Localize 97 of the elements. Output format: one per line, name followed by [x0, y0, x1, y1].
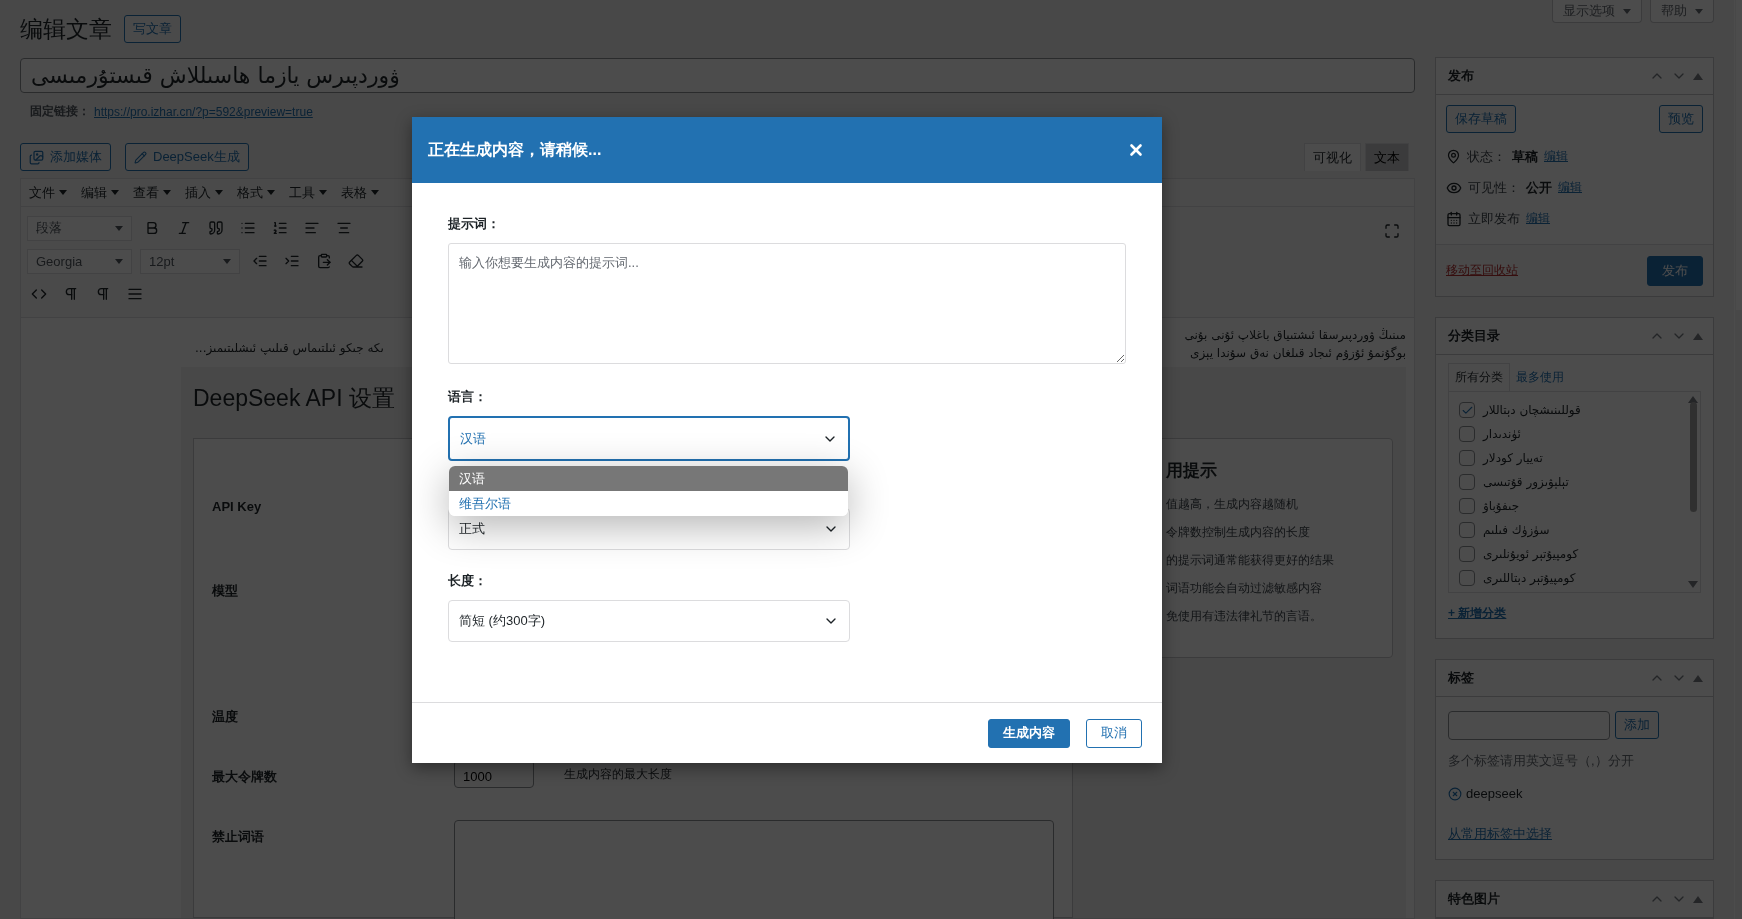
- caret-icon: [1623, 8, 1631, 14]
- remove-tag-icon[interactable]: [1448, 786, 1462, 801]
- preview-button[interactable]: 预览: [1659, 105, 1703, 133]
- caret-icon: [59, 190, 67, 195]
- add-media-button[interactable]: 添加媒体: [20, 143, 111, 171]
- field-label: 长度：: [448, 572, 488, 590]
- checkbox[interactable]: [1459, 522, 1475, 538]
- triangle-icon[interactable]: [1693, 332, 1703, 340]
- menu-item[interactable]: 插入: [185, 183, 223, 202]
- category-label: كومپيۇتېر دېتاللىرى: [1483, 571, 1576, 585]
- caret-icon: [267, 190, 275, 195]
- tag-label: deepseek: [1466, 786, 1523, 801]
- tips-title: 用提示: [1166, 460, 1218, 482]
- edit-link[interactable]: 编辑: [1544, 148, 1568, 165]
- dropdown-option[interactable]: 维吾尔语: [449, 491, 848, 516]
- content-text: مىنىڭ ۋوردپىرسقا ئىشتىياق باغلاپ ئۇنى بۇنى: [1184, 328, 1406, 342]
- caret-icon: [115, 225, 123, 231]
- checkbox[interactable]: [1459, 426, 1475, 442]
- triangle-icon[interactable]: [1693, 674, 1703, 682]
- editor-tab[interactable]: 可视化: [1304, 143, 1361, 171]
- checkbox[interactable]: [1459, 450, 1475, 466]
- add-category-link[interactable]: + 新增分类: [1448, 605, 1507, 622]
- content-text: بوگۇنمۇ ئۇزۇم ئىجاد قىلغان نەق سۇندا يېزى: [1190, 346, 1406, 360]
- publish-button[interactable]: 发布: [1647, 255, 1703, 286]
- caret-icon: [371, 190, 379, 195]
- add-new-button[interactable]: 写文章: [124, 15, 181, 43]
- menu-item[interactable]: 查看: [133, 183, 171, 202]
- choose-tags-link[interactable]: 从常用标签中选择: [1448, 825, 1552, 843]
- category-label: سۈزۈك فىلىم: [1483, 523, 1550, 537]
- category-label: جىفۇباۋ: [1483, 499, 1520, 513]
- menu-item[interactable]: 格式: [237, 183, 275, 202]
- triangle-icon[interactable]: [1693, 895, 1703, 903]
- checkbox[interactable]: [1459, 570, 1475, 586]
- field-label: 提示词：: [448, 215, 501, 233]
- scrollbar[interactable]: [1688, 396, 1698, 588]
- dropdown-option[interactable]: 汉语: [449, 466, 848, 491]
- caret-icon: [1695, 8, 1703, 14]
- caret-icon: [223, 258, 231, 264]
- prompt-field[interactable]: 输入你想要生成内容的提示词...: [448, 243, 1126, 364]
- tag-field[interactable]: [1448, 711, 1610, 740]
- field-label: 最大令牌数: [212, 768, 278, 786]
- save-draft-button[interactable]: 保存草稿: [1446, 105, 1516, 133]
- generate-content-button[interactable]: 生成内容: [988, 718, 1070, 748]
- category-tab[interactable]: 最多使用: [1510, 363, 1570, 391]
- permalink-link[interactable]: https://pro.izhar.cn/?p=592&preview=true: [94, 104, 313, 119]
- triangle-icon[interactable]: [1688, 396, 1698, 403]
- caret-icon: [319, 190, 327, 195]
- edit-link[interactable]: 编辑: [1558, 179, 1582, 196]
- field-label: 禁止词语: [212, 828, 265, 846]
- field-label: 模型: [212, 582, 239, 600]
- category-label: كومپيۇتېر ئويۇنلىرى: [1483, 547, 1579, 561]
- meta-value: 草稿: [1512, 147, 1538, 166]
- box-title: 分类目录: [1448, 327, 1500, 345]
- category-label: قوللىنىشچان دېتاللار: [1483, 403, 1581, 417]
- triangle-icon[interactable]: [1693, 72, 1703, 80]
- box-title: 发布: [1448, 67, 1474, 85]
- pencil-icon: [134, 150, 147, 164]
- banned-words-field[interactable]: [454, 820, 1054, 919]
- category-label: تەييار كودلار: [1483, 451, 1543, 465]
- checkbox[interactable]: [1459, 498, 1475, 514]
- calendar-icon: [1446, 210, 1462, 227]
- menu-item[interactable]: 文件: [29, 183, 67, 202]
- category-tab[interactable]: 所有分类: [1448, 363, 1510, 391]
- generate-button[interactable]: DeepSeek生成: [125, 143, 249, 171]
- triangle-down-icon[interactable]: [1688, 581, 1698, 588]
- cancel-button[interactable]: 取消: [1086, 718, 1142, 748]
- dialog-title: 正在生成内容，请稍候...: [428, 139, 602, 160]
- pin-icon: [1446, 149, 1461, 164]
- page-title: 编辑文章: [20, 14, 112, 44]
- caret-icon: [215, 190, 223, 195]
- editor-tab[interactable]: 文本: [1365, 143, 1409, 171]
- add-tag-button[interactable]: 添加: [1615, 711, 1659, 739]
- box-title: 标签: [1448, 669, 1474, 687]
- length-select[interactable]: 简短 (约300字): [448, 600, 850, 642]
- language-select[interactable]: 汉语: [448, 416, 850, 461]
- edit-link[interactable]: 编辑: [1526, 210, 1550, 227]
- menu-item[interactable]: 表格: [341, 183, 379, 202]
- post-title-field[interactable]: ۋوردپىرس يازما ھاسىللاش قىستۇرمىسى: [20, 58, 1415, 93]
- caret-icon: [115, 258, 123, 264]
- checkbox[interactable]: [1459, 546, 1475, 562]
- media-icon: [29, 149, 44, 165]
- trash-link[interactable]: 移动至回收站: [1446, 262, 1518, 279]
- meta-label: 立即发布: [1468, 209, 1520, 228]
- meta-value: 公开: [1526, 178, 1552, 197]
- caret-icon: [111, 190, 119, 195]
- category-label: تېلېۋىزور قۇتىسى: [1483, 475, 1569, 489]
- checkbox[interactable]: [1459, 474, 1475, 490]
- field-label: 温度: [212, 708, 239, 726]
- menu-item[interactable]: 编辑: [81, 183, 119, 202]
- field-label: API Key: [212, 498, 263, 516]
- category-label: ئۈندىدار: [1483, 427, 1521, 441]
- checkbox[interactable]: [1459, 402, 1475, 418]
- field-label: 语言：: [448, 388, 488, 406]
- content-text: ىكه جىكو ئىلتىماس قىلىپ ئىشلىتىمىز...: [195, 341, 384, 355]
- settings-title: DeepSeek API 设置: [193, 384, 395, 413]
- box-title: 特色图片: [1448, 890, 1500, 908]
- caret-icon: [163, 190, 171, 195]
